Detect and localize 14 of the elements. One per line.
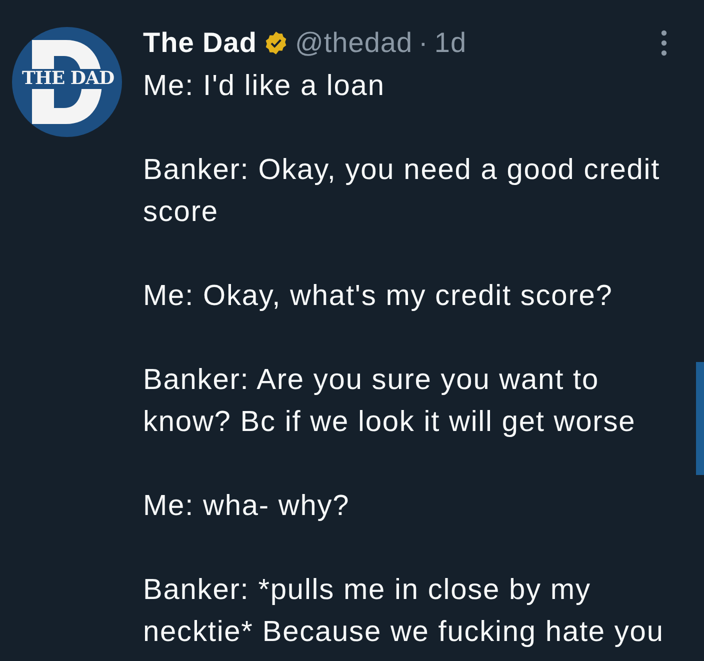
timestamp[interactable]: 1d <box>434 27 467 59</box>
author-handle[interactable]: @thedad <box>294 27 413 59</box>
tweet-paragraph: Banker: Are you sure you want to know? Bc if we look it will get worse <box>143 363 637 440</box>
tweet-paragraph: Me: wha- why? <box>143 489 351 524</box>
scrollbar-thumb[interactable] <box>696 362 704 475</box>
separator: · <box>418 27 428 59</box>
author-name[interactable]: The Dad <box>143 27 257 59</box>
tweet-paragraph: Banker: Okay, you need a good credit score <box>143 153 662 230</box>
tweet-paragraph: Me: I'd like a loan <box>143 69 386 104</box>
avatar-label: THE DAD <box>20 69 116 89</box>
tweet-paragraph: Banker: *pulls me in close by my necktie* Because we fucking hate you <box>143 573 665 650</box>
more-options-icon[interactable] <box>660 30 668 56</box>
tweet-paragraph: Me: Okay, what's my credit score? <box>143 279 614 314</box>
avatar[interactable]: THE DAD <box>12 27 122 137</box>
